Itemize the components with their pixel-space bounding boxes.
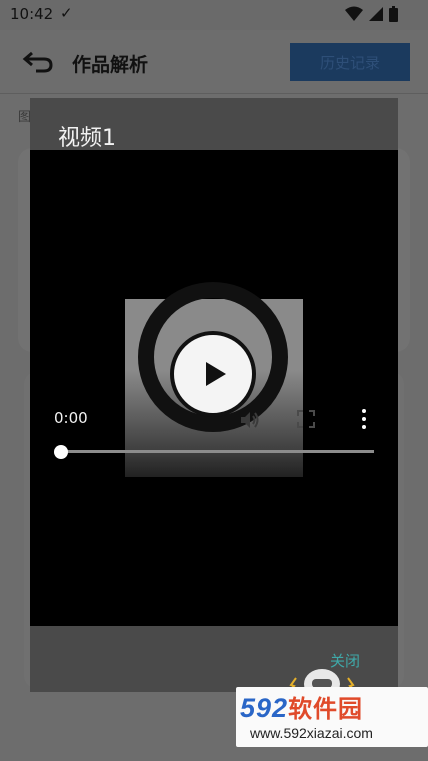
battery-icon <box>389 6 398 22</box>
wifi-icon <box>345 6 363 21</box>
status-bar: 10:42 ✓ <box>0 0 428 30</box>
current-time: 0:00 <box>54 409 88 427</box>
progress-thumb[interactable] <box>54 445 68 459</box>
more-options-icon[interactable] <box>358 408 370 430</box>
play-icon <box>206 362 226 386</box>
page-title: 作品解析 <box>72 54 149 76</box>
video-player[interactable]: 0:00 <box>30 150 398 626</box>
download-check-icon: ✓ <box>60 4 73 22</box>
watermark-brand: 592软件园 <box>240 689 363 724</box>
watermark-text: 软件园 <box>288 695 364 723</box>
app-bar: 作品解析 历史记录 <box>0 30 428 94</box>
status-time: 10:42 <box>10 5 54 23</box>
signal-icon <box>369 7 383 21</box>
watermark-digits: 592 <box>240 693 289 723</box>
controls-shade <box>30 450 398 530</box>
play-button[interactable] <box>170 331 256 417</box>
watermark-url: www.592xiazai.com <box>250 725 373 741</box>
back-arrow-icon[interactable] <box>22 50 54 74</box>
history-button[interactable]: 历史记录 <box>290 43 410 81</box>
volume-icon[interactable] <box>238 408 262 432</box>
video-dialog: 视频1 0:00 关闭 <box>30 98 398 692</box>
watermark-logo: 592软件园 www.592xiazai.com <box>236 687 428 747</box>
fullscreen-icon[interactable] <box>297 410 315 428</box>
progress-track[interactable] <box>60 450 374 453</box>
dialog-title: 视频1 <box>58 126 116 151</box>
status-icons <box>345 6 398 22</box>
